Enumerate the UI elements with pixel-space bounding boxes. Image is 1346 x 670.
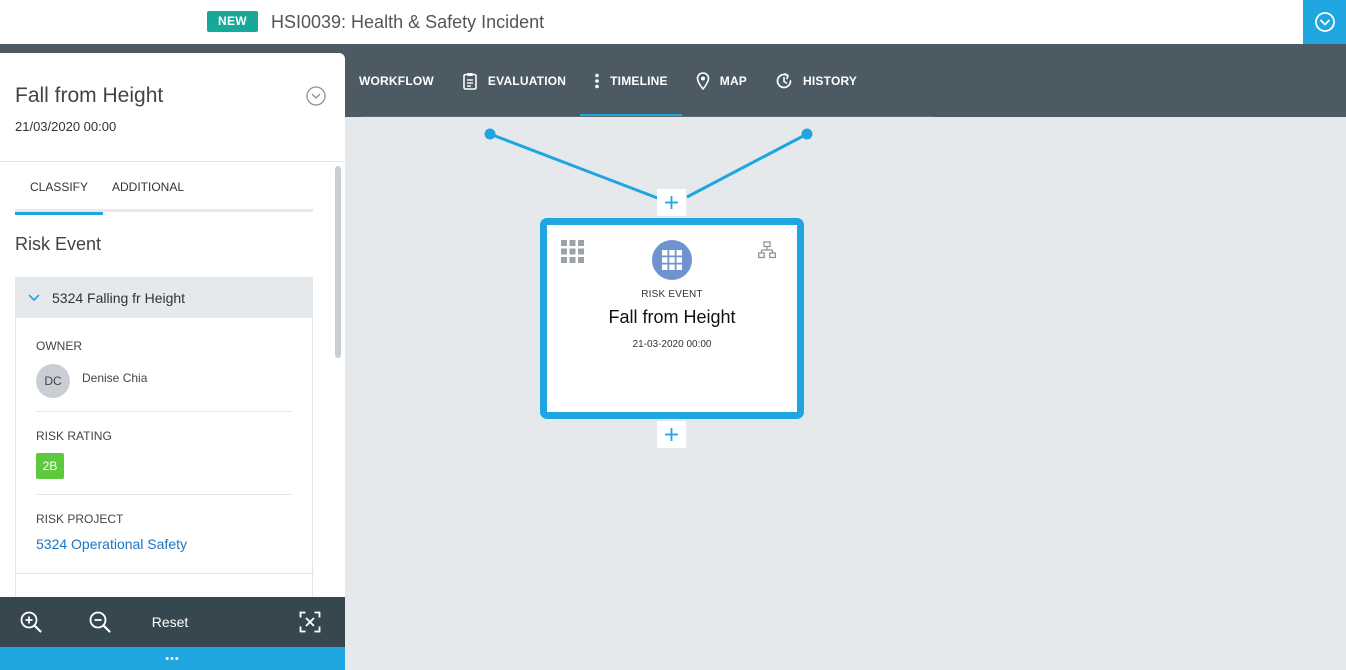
divider: [36, 411, 292, 412]
tab-history[interactable]: HISTORY: [761, 44, 871, 117]
plus-icon: [665, 196, 678, 209]
details-panel: Fall from Height 21/03/2020 00:00 CLASSI…: [0, 53, 345, 597]
chevron-down-icon: [28, 294, 40, 301]
tab-workflow-label: WORKFLOW: [359, 73, 434, 88]
avatar: DC: [36, 364, 70, 398]
node-type-label: RISK EVENT: [641, 289, 703, 300]
status-badge-new: NEW: [207, 11, 258, 32]
reset-button[interactable]: Reset: [140, 597, 200, 647]
fit-screen-button[interactable]: [295, 597, 325, 647]
risk-project-link[interactable]: 5324 Operational Safety: [36, 536, 187, 552]
node-date: 21-03-2020 00:00: [632, 339, 712, 350]
risk-rating-label: RISK RATING: [36, 429, 112, 443]
add-node-below-button[interactable]: [657, 421, 686, 448]
chevron-down-circle-icon: [306, 86, 326, 106]
panel-tabs: CLASSIFY ADDITIONAL: [14, 173, 313, 215]
risk-rating-badge: 2B: [36, 453, 64, 479]
risk-event-heading: 5324 Falling fr Height: [52, 290, 186, 306]
grid-icon: [561, 240, 584, 263]
tab-additional[interactable]: ADDITIONAL: [112, 173, 184, 212]
plus-icon: [665, 428, 678, 441]
tab-map[interactable]: MAP: [682, 44, 761, 117]
grid-icon: [662, 250, 682, 270]
panel-collapse-button[interactable]: [305, 85, 327, 112]
owner-label: OWNER: [36, 339, 82, 353]
timeline-canvas: [484, 128, 813, 201]
tab-timeline-label: TIMELINE: [610, 73, 668, 88]
zoom-in-icon: [20, 611, 42, 633]
fit-to-screen-icon: [299, 611, 321, 633]
timeline-point-right[interactable]: [801, 128, 813, 140]
timeline-point-left[interactable]: [484, 128, 496, 140]
add-node-above-button[interactable]: [657, 189, 686, 216]
timeline-connector-right: [686, 132, 808, 199]
history-icon: [776, 72, 792, 88]
tab-timeline[interactable]: TIMELINE: [580, 44, 682, 117]
risk-event-accordion-header[interactable]: 5324 Falling fr Height: [16, 278, 312, 318]
map-pin-icon: [696, 71, 710, 90]
zoom-out-icon: [89, 611, 111, 633]
panel-title: Fall from Height: [15, 84, 164, 107]
clipboard-icon: [463, 72, 477, 90]
divider: [36, 494, 292, 495]
zoom-out-button[interactable]: [84, 597, 116, 647]
owner-name: Denise Chia: [82, 371, 148, 385]
vertical-dots-icon: [595, 73, 599, 88]
more-options-bar[interactable]: •••: [0, 647, 345, 670]
zoom-toolbar: Reset: [0, 597, 345, 647]
divider: [16, 573, 314, 574]
tab-evaluation[interactable]: EVALUATION: [448, 44, 580, 117]
panel-date: 21/03/2020 00:00: [15, 119, 117, 134]
tab-history-label: HISTORY: [803, 73, 858, 88]
tab-map-label: MAP: [719, 73, 748, 88]
top-bar: NEW HSI0039: Health & Safety Incident: [0, 0, 1346, 44]
panel-divider: [0, 161, 345, 162]
timeline-node-risk-event[interactable]: RISK EVENT Fall from Height 21-03-2020 0…: [540, 218, 804, 419]
timeline-connector-left: [489, 132, 661, 201]
more-options-label: •••: [165, 652, 180, 665]
risk-event-type-icon: [652, 240, 692, 280]
zoom-in-button[interactable]: [15, 597, 47, 647]
hierarchy-icon[interactable]: [758, 241, 776, 259]
risk-project-label: RISK PROJECT: [36, 512, 124, 526]
chevron-down-circle-icon: [1314, 12, 1335, 32]
panel-scrollbar[interactable]: [335, 166, 341, 358]
tab-evaluation-label: EVALUATION: [487, 73, 567, 88]
section-title: Risk Event: [15, 234, 102, 254]
record-title: HSI0039: Health & Safety Incident: [271, 12, 545, 32]
node-title: Fall from Height: [608, 307, 736, 327]
nav-tabs: WORKFLOW EVALUATION TIMELINE MAP HISTORY: [345, 44, 871, 117]
tab-classify[interactable]: CLASSIFY: [14, 173, 104, 215]
tab-workflow[interactable]: WORKFLOW: [345, 44, 448, 117]
header-collapse-button[interactable]: [1303, 0, 1346, 44]
risk-event-card: 5324 Falling fr Height OWNER DC Denise C…: [15, 277, 314, 597]
